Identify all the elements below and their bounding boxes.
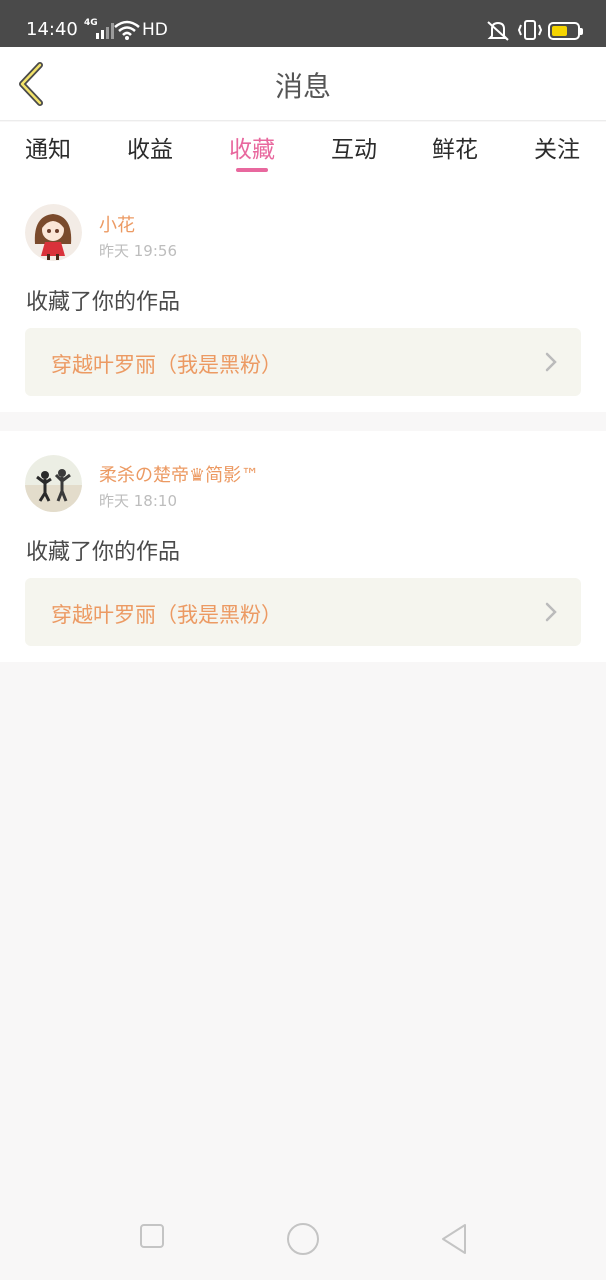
battery-icon	[548, 22, 583, 40]
tab-following[interactable]: 关注	[534, 130, 580, 164]
work-link[interactable]: 穿越叶罗丽（我是黑粉）	[25, 578, 581, 646]
action-text: 收藏了你的作品	[26, 290, 181, 315]
tab-earnings[interactable]: 收益	[127, 130, 173, 164]
home-circle-icon[interactable]	[286, 1222, 320, 1256]
username[interactable]: 小花	[99, 211, 135, 237]
tab-bar: 通知 收益 收藏 互动 鲜花 关注	[0, 122, 606, 180]
work-link[interactable]: 穿越叶罗丽（我是黑粉）	[25, 328, 581, 396]
avatar[interactable]	[25, 204, 82, 261]
timestamp: 昨天 19:56	[99, 242, 177, 260]
battery-fill	[552, 26, 567, 36]
username[interactable]: 柔杀の楚帝♛简影™	[99, 461, 259, 487]
mute-icon	[487, 21, 509, 41]
list-item: 小花 昨天 19:56 收藏了你的作品 穿越叶罗丽（我是黑粉）	[0, 180, 606, 412]
system-nav-bar	[0, 1200, 606, 1280]
status-bar: 14:40 4G HD	[0, 0, 606, 47]
chevron-right-icon	[545, 352, 557, 372]
work-title: 穿越叶罗丽（我是黑粉）	[51, 603, 282, 627]
page-title: 消息	[274, 70, 331, 103]
back-triangle-icon[interactable]	[440, 1223, 468, 1255]
hd-indicator: HD	[142, 20, 168, 40]
tab-favorites[interactable]: 收藏	[229, 130, 275, 164]
wifi-icon	[114, 20, 140, 40]
tab-notifications[interactable]: 通知	[25, 130, 71, 164]
vibrate-icon	[517, 20, 543, 40]
recents-square-icon[interactable]	[139, 1223, 165, 1249]
tab-flowers[interactable]: 鲜花	[432, 130, 478, 164]
avatar[interactable]	[25, 455, 82, 512]
status-time: 14:40	[26, 19, 78, 40]
header: 消息	[0, 47, 606, 121]
work-title: 穿越叶罗丽（我是黑粉）	[51, 353, 282, 377]
timestamp: 昨天 18:10	[99, 492, 177, 510]
list-item: 柔杀の楚帝♛简影™ 昨天 18:10 收藏了你的作品 穿越叶罗丽（我是黑粉）	[0, 431, 606, 662]
active-tab-indicator	[236, 168, 268, 172]
tab-interactions[interactable]: 互动	[331, 130, 377, 164]
chevron-right-icon	[545, 602, 557, 622]
action-text: 收藏了你的作品	[26, 540, 181, 565]
